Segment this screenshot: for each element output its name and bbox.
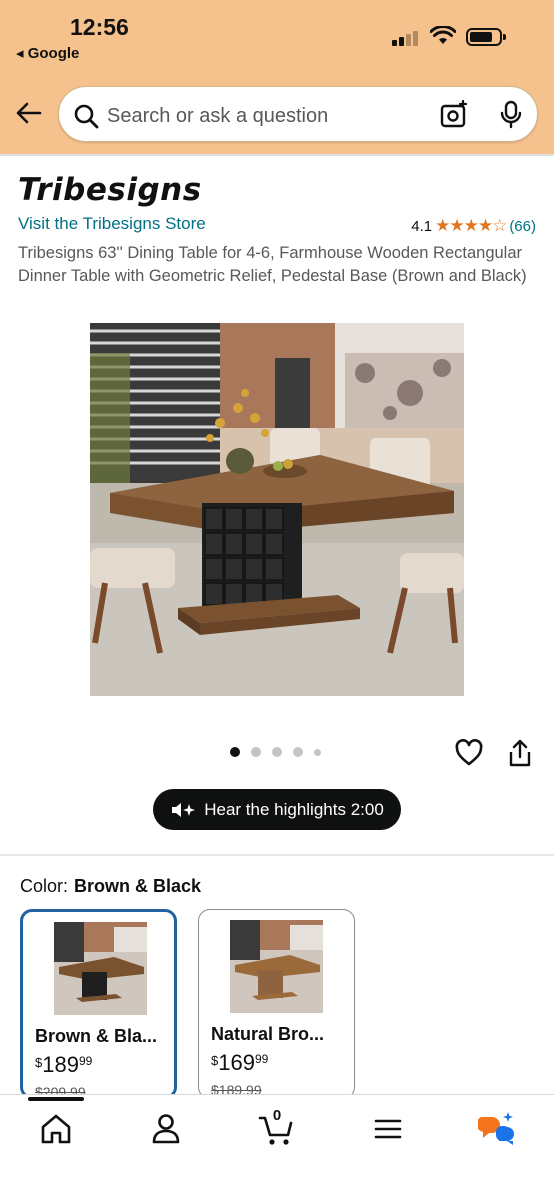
search-icon bbox=[74, 104, 99, 129]
variant-name: Brown & Bla... bbox=[35, 1026, 158, 1046]
carousel-dot[interactable] bbox=[272, 747, 282, 757]
carousel-dot[interactable] bbox=[251, 747, 261, 757]
color-variant-natural-brown[interactable]: Natural Bro... $16999 $189.99 bbox=[198, 909, 355, 1099]
account-icon[interactable] bbox=[146, 1109, 186, 1149]
product-title: Tribesigns 63'' Dining Table for 4-6, Fa… bbox=[18, 244, 527, 285]
color-selection-label: Color: Brown & Black bbox=[20, 876, 201, 897]
speaker-icon bbox=[172, 802, 196, 817]
share-icon[interactable] bbox=[507, 738, 533, 768]
star-rating-icon: ★★★★☆ bbox=[435, 216, 507, 235]
microphone-icon[interactable] bbox=[499, 100, 523, 130]
section-divider bbox=[0, 854, 554, 856]
rating-value: 4.1 bbox=[411, 217, 433, 235]
hear-highlights-label: Hear the highlights 2:00 bbox=[204, 799, 384, 819]
heart-icon[interactable] bbox=[455, 739, 483, 767]
wifi-icon bbox=[430, 26, 456, 44]
bottom-navigation: 0 bbox=[0, 1094, 554, 1200]
rating-summary[interactable]: 4.1 ★★★★☆ (66) bbox=[411, 216, 536, 236]
color-variant-brown-black[interactable]: Brown & Bla... $18999 $209.99 bbox=[20, 909, 177, 1099]
hear-highlights-button[interactable]: Hear the highlights 2:00 bbox=[153, 789, 401, 830]
variant-price: $18999 bbox=[35, 1052, 93, 1077]
variant-name: Natural Bro... bbox=[211, 1024, 325, 1044]
product-image[interactable] bbox=[90, 323, 464, 696]
status-time: 12:56 bbox=[70, 14, 129, 40]
variant-thumbnail bbox=[230, 920, 323, 1013]
variant-price: $16999 bbox=[211, 1050, 269, 1075]
battery-icon bbox=[466, 28, 506, 46]
rating-count-link[interactable]: (66) bbox=[509, 218, 536, 235]
carousel-dot[interactable] bbox=[230, 747, 240, 757]
carousel-dot[interactable] bbox=[293, 747, 303, 757]
cart-count: 0 bbox=[272, 1107, 282, 1124]
image-carousel-dots[interactable] bbox=[230, 747, 321, 757]
active-tab-indicator bbox=[28, 1097, 84, 1101]
search-box[interactable]: Search or ask a question bbox=[58, 86, 538, 142]
search-input[interactable]: Search or ask a question bbox=[107, 105, 328, 128]
rufus-assistant-icon[interactable] bbox=[478, 1109, 518, 1149]
visit-store-link[interactable]: Visit the Tribesigns Store bbox=[18, 214, 206, 234]
carousel-dot[interactable] bbox=[314, 748, 321, 756]
home-icon[interactable] bbox=[36, 1109, 76, 1149]
cart-button[interactable]: 0 bbox=[257, 1107, 297, 1149]
brand-logo[interactable]: Tribesigns bbox=[18, 172, 202, 208]
color-label: Color: bbox=[20, 876, 69, 896]
variant-thumbnail bbox=[54, 922, 147, 1015]
selected-color: Brown & Black bbox=[74, 876, 202, 896]
menu-icon[interactable] bbox=[368, 1109, 408, 1149]
back-arrow-icon[interactable] bbox=[14, 98, 44, 128]
cellular-signal-icon bbox=[392, 28, 422, 46]
search-header: Search or ask a question bbox=[0, 80, 554, 154]
back-to-google-link[interactable]: ◂ Google bbox=[16, 44, 79, 62]
camera-search-icon[interactable] bbox=[439, 100, 469, 130]
status-bar: 12:56 ◂ Google bbox=[0, 0, 554, 80]
header-divider bbox=[0, 154, 554, 156]
